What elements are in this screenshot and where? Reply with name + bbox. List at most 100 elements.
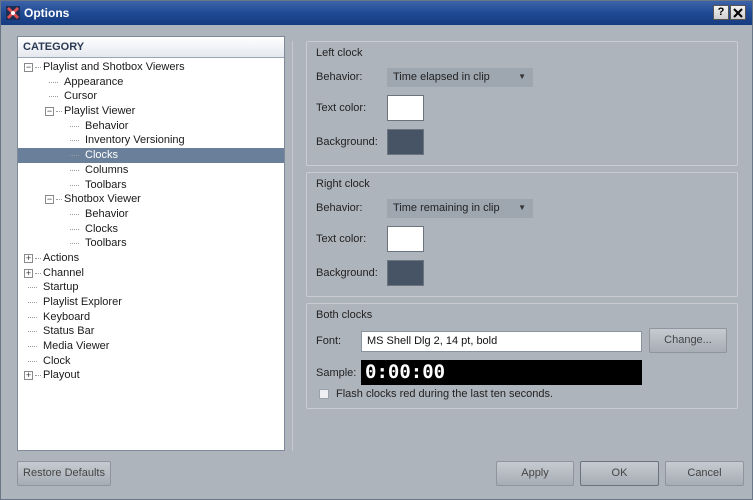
both-clocks-title: Both clocks (316, 309, 373, 321)
tree-item[interactable]: − Shotbox Viewer (18, 192, 284, 207)
tree-connector (49, 81, 58, 83)
tree-connector (35, 272, 41, 274)
left-behavior-value: Time elapsed in clip (393, 71, 490, 83)
cancel-button[interactable]: Cancel (665, 461, 744, 486)
left-background-swatch[interactable] (387, 129, 424, 155)
tree-item-label: Media Viewer (43, 340, 110, 353)
apply-button[interactable]: Apply (496, 461, 574, 486)
panel-splitter[interactable] (291, 41, 294, 451)
right-clock-title: Right clock (316, 178, 370, 190)
right-background-swatch[interactable] (387, 260, 424, 286)
tree-item[interactable]: Columns (18, 163, 284, 178)
right-text-color-label: Text color: (316, 233, 367, 245)
tree-item[interactable]: Toolbars (18, 178, 284, 193)
tree-connector (35, 375, 41, 377)
tree-item[interactable]: Startup (18, 280, 284, 295)
tree-item[interactable]: + Playout (18, 368, 284, 383)
tree-expand-icon[interactable]: + (24, 371, 33, 381)
tree-connector (56, 111, 62, 113)
tree-item-label: Shotbox Viewer (64, 193, 141, 206)
tree-item-label: Playlist Viewer (64, 105, 136, 118)
tree-item-label: Playlist Explorer (43, 296, 122, 308)
tree-item[interactable]: Behavior (18, 207, 284, 222)
tree-item-label: Actions (43, 251, 80, 264)
sample-label: Sample: (316, 367, 357, 379)
tree-connector (70, 140, 79, 142)
tree-collapse-icon[interactable]: − (24, 63, 33, 72)
left-text-color-label: Text color: (316, 102, 367, 114)
tree-connector (70, 184, 79, 186)
tree-item-label: Playout (43, 369, 80, 382)
tree-item-label: Columns (85, 163, 129, 176)
tree-connector (28, 302, 37, 303)
help-button[interactable]: ? (713, 5, 729, 20)
tree-item[interactable]: Media Viewer (18, 339, 284, 354)
tree-connector (70, 169, 79, 171)
tree-connector (70, 243, 79, 245)
tree-item[interactable]: Cursor (18, 89, 284, 104)
tree-item[interactable]: − Playlist and Shotbox Viewers (18, 60, 284, 75)
left-behavior-label: Behavior: (316, 71, 363, 83)
chevron-down-icon: ▼ (518, 72, 526, 81)
left-background-label: Background: (316, 136, 378, 148)
tree-item-label: Cursor (64, 90, 98, 103)
chevron-down-icon: ▼ (518, 203, 526, 212)
tree-item-label: Clocks (85, 149, 119, 162)
tree-item-label: Inventory Versioning (85, 134, 185, 147)
tree-item[interactable]: Playlist Explorer (18, 295, 284, 310)
right-background-label: Background: (316, 267, 378, 279)
left-text-color-swatch[interactable] (387, 95, 424, 121)
tree-item[interactable]: Toolbars (18, 236, 284, 251)
tree-item-label: Status Bar (43, 325, 95, 338)
right-behavior-value: Time remaining in clip (393, 202, 500, 214)
tree-item-label: Behavior (85, 119, 129, 132)
tree-item[interactable]: Keyboard (18, 310, 284, 325)
flash-red-checkbox[interactable] (319, 389, 329, 399)
tree-item-label: Channel (43, 266, 84, 279)
right-behavior-dropdown[interactable]: Time remaining in clip ▼ (387, 199, 533, 218)
right-text-color-swatch[interactable] (387, 226, 424, 252)
tree-item[interactable]: Clocks (18, 222, 284, 237)
options-app-icon (6, 6, 20, 20)
tree-item-label: Toolbars (85, 237, 127, 250)
flash-red-label[interactable]: Flash clocks red during the last ten sec… (336, 388, 553, 400)
tree-item-label: Clock (43, 354, 71, 367)
left-behavior-dropdown[interactable]: Time elapsed in clip ▼ (387, 68, 533, 87)
tree-connector (28, 360, 37, 362)
tree-collapse-icon[interactable]: − (45, 195, 54, 205)
tree-connector (70, 228, 79, 230)
right-behavior-label: Behavior: (316, 202, 363, 214)
tree-connector (35, 67, 41, 68)
tree-connector (70, 155, 79, 157)
tree-item[interactable]: Appearance (18, 75, 284, 90)
tree-item[interactable]: Clock (18, 354, 284, 369)
tree-item[interactable]: + Channel (18, 266, 284, 281)
tree-collapse-icon[interactable]: − (45, 107, 54, 117)
tree-item[interactable]: Inventory Versioning (18, 133, 284, 148)
close-icon (733, 8, 743, 18)
ok-button[interactable]: OK (580, 461, 659, 486)
tree-item-label: Playlist and Shotbox Viewers (43, 61, 185, 73)
tree-item-label: Toolbars (85, 178, 127, 191)
tree-item-label: Clocks (85, 222, 119, 235)
tree-item[interactable]: Behavior (18, 119, 284, 134)
restore-defaults-button[interactable]: Restore Defaults (17, 461, 111, 486)
tree-connector (70, 125, 79, 127)
tree-item-label: Behavior (85, 207, 129, 220)
font-field[interactable]: MS Shell Dlg 2, 14 pt, bold (361, 331, 642, 352)
close-button[interactable] (730, 5, 746, 20)
tree-item[interactable]: − Playlist Viewer (18, 104, 284, 119)
category-tree-items: − Playlist and Shotbox Viewers Appearance C… (18, 58, 284, 383)
category-tree: CATEGORY − Playlist and Shotbox Viewers Ap… (17, 36, 285, 451)
tree-item[interactable]: Clocks (18, 148, 284, 163)
left-clock-title: Left clock (316, 47, 363, 59)
tree-item[interactable]: Status Bar (18, 324, 284, 339)
tree-item-label: Keyboard (43, 310, 91, 323)
tree-expand-icon[interactable]: + (24, 268, 33, 278)
tree-item[interactable]: + Actions (18, 251, 284, 266)
tree-connector (28, 331, 37, 333)
tree-expand-icon[interactable]: + (24, 253, 33, 263)
tree-item-label: Startup (43, 281, 79, 294)
title-bar[interactable]: Options ? (1, 1, 752, 25)
change-font-button[interactable]: Change... (649, 328, 727, 353)
